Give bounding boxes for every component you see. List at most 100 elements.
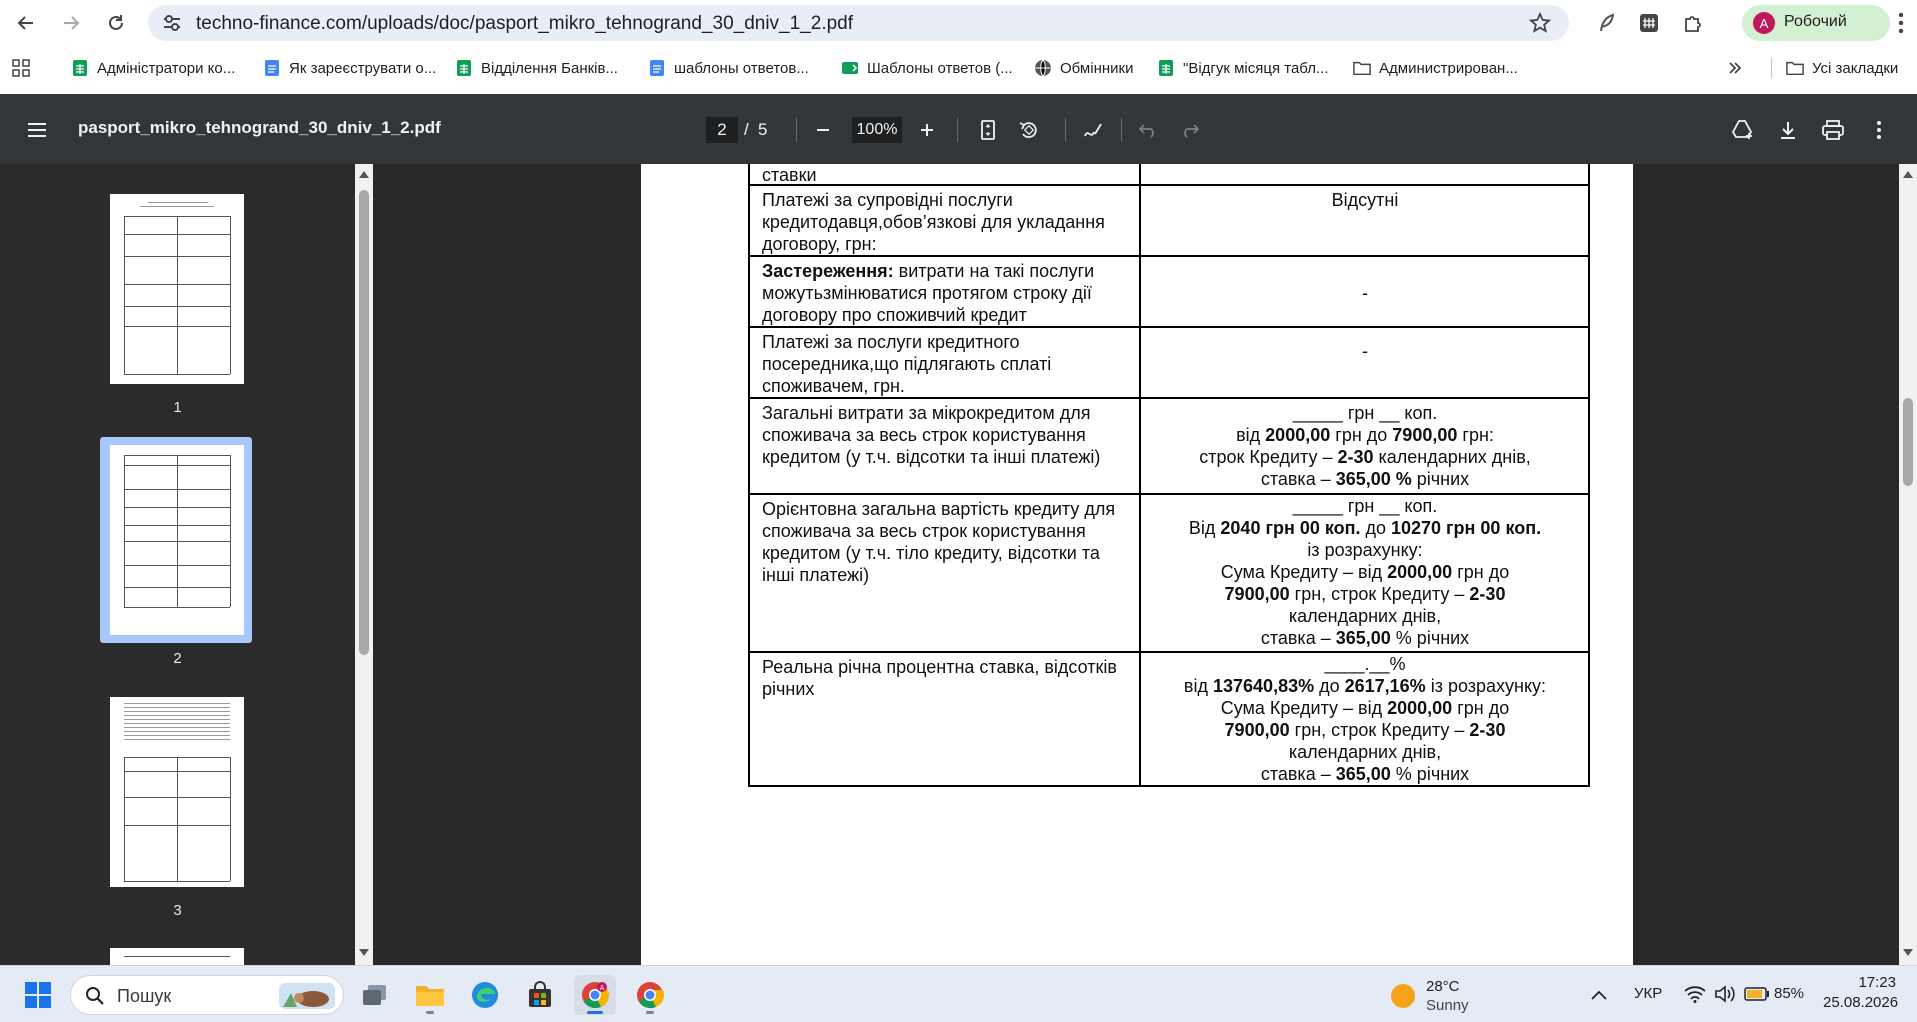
download-icon [1781, 122, 1795, 139]
cell-line: _____ грн __ коп. [1292, 403, 1438, 423]
bookmark-item[interactable]: Як зареєструвати о... [263, 58, 436, 78]
more-bookmarks-button[interactable] [1727, 58, 1743, 78]
toolbar-divider [796, 118, 797, 142]
clock-time[interactable]: 17:23 [1842, 974, 1896, 991]
table-cell-left: Загальні витрати за мікрокредитом для сп… [762, 403, 1101, 467]
warning-label: Застереження: [762, 261, 894, 281]
table-cell-right: ____.__% від 137640,83% до 2617,16% із ро… [1140, 653, 1590, 785]
undo-icon [1139, 124, 1154, 138]
zoom-in-button[interactable] [914, 117, 940, 143]
pdf-more-menu-button[interactable] [1866, 117, 1892, 143]
table-row: Орієнтовна загальна вартість кредиту для… [748, 495, 1590, 653]
volume-icon[interactable] [1714, 985, 1736, 1003]
print-button[interactable] [1820, 117, 1846, 143]
zoom-input[interactable]: 100% [852, 117, 902, 143]
profile-button[interactable]: A Робочий [1742, 5, 1890, 41]
sidebar-scrollbar-thumb[interactable] [359, 190, 369, 655]
sidebar-toggle-button[interactable] [24, 117, 50, 143]
cell-line: 7900,00 грн, строк Кредиту – 2-30 [1224, 584, 1506, 604]
site-info-icon[interactable] [162, 14, 182, 32]
drive-add-icon [1731, 120, 1753, 139]
bookmark-item[interactable]: Відділення Банків... [455, 58, 618, 78]
toolbar-divider [957, 118, 958, 142]
battery-icon[interactable] [1744, 987, 1770, 1001]
reload-button[interactable] [101, 8, 131, 38]
cell-line: Від 2040 грн 00 коп. до 10270 грн 00 коп… [1188, 518, 1542, 538]
fit-page-button[interactable] [975, 117, 1001, 143]
bookmark-item[interactable]: шаблоны ответов... [648, 58, 809, 78]
taskbar-app-file-explorer[interactable] [409, 975, 451, 1015]
cell-line: календарних днів, [1288, 742, 1442, 762]
input-language[interactable]: УКР [1634, 985, 1662, 1002]
docs-icon [263, 59, 281, 77]
browser-menu-icon[interactable] [1898, 12, 1904, 34]
taskbar-app-task-view[interactable] [354, 975, 396, 1015]
bookmark-item[interactable]: "Відгук місяця табл... [1157, 58, 1328, 78]
apps-button[interactable] [12, 58, 30, 78]
scroll-up-arrow-icon[interactable] [358, 169, 370, 179]
undo-button[interactable] [1136, 117, 1162, 143]
cell-line: _____ грн __ коп. [1292, 496, 1438, 516]
scroll-up-arrow-icon[interactable] [1902, 169, 1914, 179]
extensions-puzzle-icon[interactable] [1679, 9, 1707, 37]
thumbnail-sidebar: 1 2 3 [0, 164, 355, 968]
table-row: Реальна річна процентна ставка, відсоткі… [748, 653, 1590, 787]
add-to-drive-button[interactable] [1730, 117, 1756, 143]
address-bar[interactable]: techno-finance.com/uploads/doc/pasport_m… [148, 5, 1569, 41]
cell-line: Сума Кредиту – від 2000,00 грн до [1220, 698, 1510, 718]
scroll-down-arrow-icon[interactable] [358, 948, 370, 958]
sheets-icon [71, 59, 89, 77]
url-text[interactable]: techno-finance.com/uploads/doc/pasport_m… [196, 13, 853, 35]
taskbar-search[interactable]: Пошук [70, 975, 344, 1015]
cell-line: від 2000,00 грн до 7900,00 грн: [1236, 425, 1494, 445]
bookmark-item[interactable]: Обмінники [1034, 58, 1133, 78]
folder-icon [1786, 59, 1804, 77]
minus-icon [817, 129, 829, 131]
show-hidden-icons-button[interactable] [1578, 975, 1620, 1015]
extension-feather-icon[interactable] [1592, 9, 1620, 37]
redo-button[interactable] [1176, 117, 1202, 143]
thumbnail-number: 1 [173, 399, 182, 416]
extension-grid-icon[interactable] [1635, 9, 1663, 37]
table-cell-right: - [1362, 283, 1368, 303]
search-highlight-hedgehog-icon [279, 983, 335, 1009]
pdf-toolbar: pasport_mikro_tehnogrand_30_dniv_1_2.pdf… [0, 94, 1917, 164]
wifi-icon[interactable] [1684, 985, 1706, 1003]
plus-icon [921, 124, 933, 136]
chrome-icon: A [582, 982, 609, 1009]
taskbar: Пошук A 28°C Sunny УКР 85% 17:23 25.08.2… [0, 965, 1917, 1022]
bookmark-star-icon[interactable] [1529, 12, 1551, 34]
pdf-title: pasport_mikro_tehnogrand_30_dniv_1_2.pdf [78, 118, 441, 137]
back-button[interactable] [11, 8, 41, 38]
table-cell-right: - [1362, 341, 1368, 361]
taskbar-app-chrome-profile[interactable]: A [574, 975, 616, 1015]
all-bookmarks-button[interactable]: Усі закладки [1786, 58, 1898, 78]
taskbar-app-store[interactable] [519, 975, 561, 1015]
page-thumbnail[interactable] [110, 697, 244, 887]
battery-percent: 85% [1774, 985, 1805, 1002]
main-scrollbar-thumb[interactable] [1903, 398, 1913, 486]
browser-chrome: techno-finance.com/uploads/doc/pasport_m… [0, 0, 1917, 94]
page-thumbnail-current[interactable] [110, 445, 244, 635]
weather-widget[interactable]: 28°C Sunny [1382, 975, 1512, 1015]
bookmark-divider [1771, 58, 1772, 78]
weather-description: Sunny [1426, 997, 1469, 1014]
taskbar-app-chrome[interactable] [629, 975, 671, 1015]
rotate-button[interactable] [1016, 117, 1042, 143]
taskbar-app-edge[interactable] [464, 975, 506, 1015]
cell-line: ____.__% [1324, 654, 1406, 674]
page-number-input[interactable]: 2 [706, 117, 738, 143]
search-icon [86, 987, 104, 1005]
clock-date[interactable]: 25.08.2026 [1823, 994, 1898, 1011]
annotate-button[interactable] [1080, 117, 1106, 143]
download-button[interactable] [1775, 117, 1801, 143]
bookmark-item[interactable]: Администрирован... [1353, 58, 1518, 78]
bookmark-item[interactable]: Адміністратори ко... [71, 58, 235, 78]
start-button[interactable] [17, 975, 59, 1015]
scroll-down-arrow-icon[interactable] [1902, 948, 1914, 958]
bookmark-item[interactable]: Шаблоны ответов (... [841, 58, 1013, 78]
zoom-out-button[interactable] [810, 117, 836, 143]
main-scrollbar[interactable] [1899, 164, 1917, 965]
forward-button[interactable] [56, 8, 86, 38]
page-thumbnail[interactable] [110, 194, 244, 384]
